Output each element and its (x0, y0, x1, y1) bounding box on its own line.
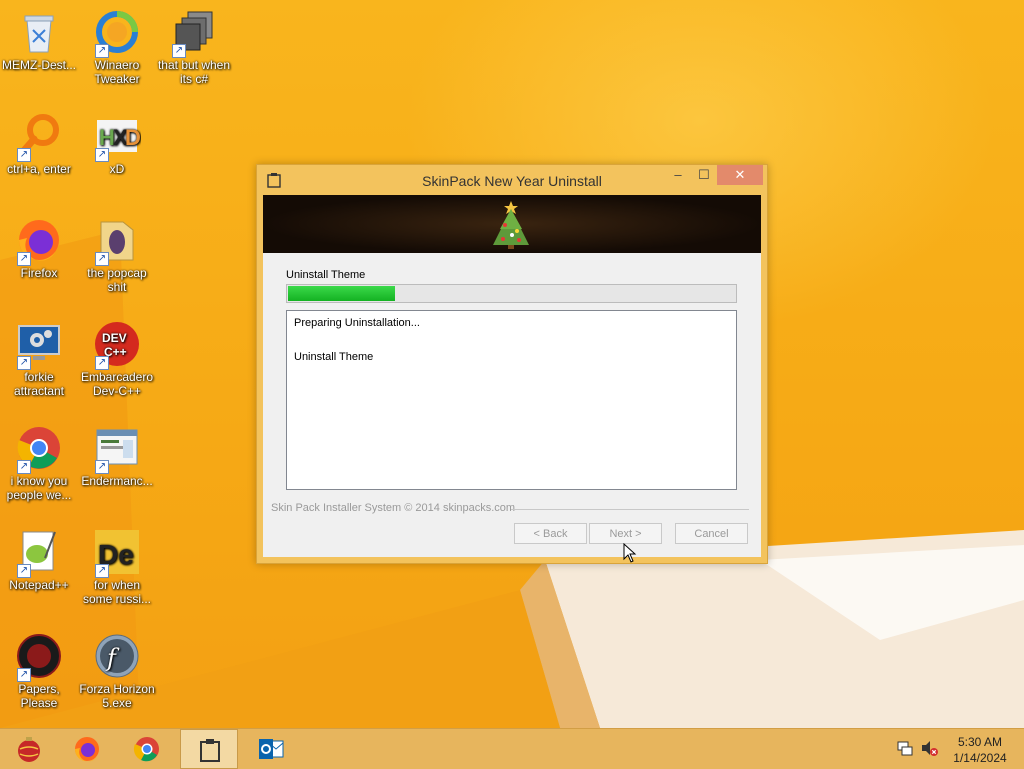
minimize-button[interactable]: – (665, 165, 691, 185)
log-line: Uninstall Theme (294, 351, 374, 363)
next-button[interactable]: Next > (589, 523, 662, 544)
desktop-icon-forza[interactable]: f Forza Horizon 5.exe (79, 632, 155, 710)
shortcut-arrow-icon: ↗ (95, 44, 109, 58)
desktop-icon-forkie[interactable]: ↗ forkie attractant (1, 320, 77, 398)
icon-label: for when some russi... (82, 578, 151, 606)
clock-date: 1/14/2024 (953, 751, 1007, 765)
desktop-icon-firefox[interactable]: ↗ Firefox (1, 216, 77, 280)
icon-label: forkie attractant (13, 370, 65, 398)
progress-fill (288, 286, 395, 301)
desktop-icon-csharp[interactable]: ↗ that but when its c# (156, 8, 232, 86)
taskbar-chrome[interactable] (118, 729, 176, 769)
taskbar: 5:30 AM 1/14/2024 (0, 728, 1024, 769)
volume-muted-icon[interactable] (920, 739, 938, 757)
desktop-icon-ctrl-a[interactable]: ↗ ctrl+a, enter (1, 112, 77, 176)
desktop-icon-memz[interactable]: MEMZ-Dest... (1, 8, 77, 72)
shortcut-arrow-icon: ↗ (17, 252, 31, 266)
icon-label: xD (109, 162, 125, 176)
taskbar-installer[interactable] (180, 729, 238, 769)
progress-bar (286, 284, 737, 303)
shortcut-arrow-icon: ↗ (17, 460, 31, 474)
clock[interactable]: 5:30 AM 1/14/2024 (940, 734, 1020, 766)
shortcut-arrow-icon: ↗ (95, 148, 109, 162)
shortcut-arrow-icon: ↗ (17, 356, 31, 370)
installer-body: Uninstall Theme Preparing Uninstallation… (263, 195, 761, 557)
icon-label: Embarcadero Dev-C++ (80, 370, 154, 398)
taskbar-outlook[interactable] (242, 729, 300, 769)
back-button[interactable]: < Back (514, 523, 587, 544)
icon-label: Forza Horizon 5.exe (79, 682, 155, 710)
start-button[interactable] (0, 729, 58, 769)
clock-time: 5:30 AM (957, 735, 1003, 749)
desktop-icon-xd[interactable]: H X D ↗ xD (79, 112, 155, 176)
outlook-icon (259, 739, 284, 759)
icon-label: the popcap shit (87, 266, 147, 294)
shortcut-arrow-icon: ↗ (17, 668, 31, 682)
icon-label: ctrl+a, enter (7, 162, 71, 176)
mouse-cursor-icon (623, 543, 637, 563)
shortcut-arrow-icon: ↗ (95, 356, 109, 370)
desktop-icon-notepadpp[interactable]: ↗ Notepad++ (1, 528, 77, 592)
cancel-button[interactable]: Cancel (675, 523, 748, 544)
desktop-icon-devcpp[interactable]: DEV C++ ↗ Embarcadero Dev-C++ (79, 320, 155, 398)
icon-label: MEMZ-Dest... (2, 58, 76, 72)
icon-label: Winaero Tweaker (94, 58, 140, 86)
icon-label: Firefox (20, 266, 58, 280)
network-icon[interactable] (896, 739, 914, 757)
shortcut-arrow-icon: ↗ (17, 564, 31, 578)
shortcut-arrow-icon: ↗ (95, 564, 109, 578)
desktop-icon-winaero[interactable]: ↗ Winaero Tweaker (79, 8, 155, 86)
desktop-icon-papers-please[interactable]: ↗ Papers, Please (1, 632, 77, 710)
svg-text:DEV: DEV (102, 331, 127, 345)
banner (263, 195, 761, 253)
christmas-tree-icon (263, 195, 761, 253)
icon-label: that but when its c# (157, 58, 231, 86)
title-bar[interactable]: SkinPack New Year Uninstall – ☐ ✕ (257, 165, 767, 195)
log-box[interactable]: Preparing Uninstallation... Uninstall Th… (286, 310, 737, 490)
section-label: Uninstall Theme (286, 269, 366, 281)
start-ornament-icon (18, 737, 40, 762)
shortcut-arrow-icon: ↗ (95, 252, 109, 266)
chrome-icon (133, 737, 159, 762)
shortcut-arrow-icon: ↗ (172, 44, 186, 58)
log-line: Preparing Uninstallation... (294, 317, 420, 329)
recycle-bin-icon (24, 15, 54, 53)
close-button[interactable]: ✕ (717, 165, 763, 185)
installer-window[interactable]: SkinPack New Year Uninstall – ☐ ✕ Uninst… (256, 164, 768, 564)
footer-divider (511, 509, 749, 510)
desktop-icon-chrome[interactable]: ↗ i know you people we... (1, 424, 77, 502)
maximize-button[interactable]: ☐ (691, 165, 717, 185)
desktop-icon-de[interactable]: De ↗ for when some russi... (79, 528, 155, 606)
icon-label: Notepad++ (9, 578, 69, 592)
shortcut-arrow-icon: ↗ (95, 460, 109, 474)
icon-label: Endermanc... (81, 474, 153, 488)
firefox-icon (74, 737, 99, 762)
icon-label: Papers, Please (18, 682, 60, 710)
desktop-icon-popcap[interactable]: ↗ the popcap shit (79, 216, 155, 294)
installer-icon (200, 739, 220, 762)
svg-text:D: D (125, 125, 141, 150)
desktop-icon-enderman[interactable]: ↗ Endermanc... (79, 424, 155, 488)
footer-text: Skin Pack Installer System © 2014 skinpa… (271, 502, 516, 514)
icon-label: i know you people we... (6, 474, 72, 502)
taskbar-firefox[interactable] (58, 729, 116, 769)
shortcut-arrow-icon: ↗ (17, 148, 31, 162)
flash-icon: f (95, 634, 139, 678)
